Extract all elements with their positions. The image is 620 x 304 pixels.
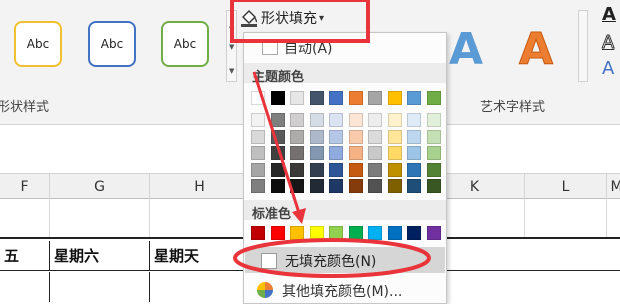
annotation-layer (230, 0, 431, 278)
highlight-rectangle (230, 0, 370, 43)
annotation-arrow-line (252, 71, 302, 217)
highlight-ellipse (233, 238, 431, 278)
annotation-arrow-head (292, 208, 306, 224)
